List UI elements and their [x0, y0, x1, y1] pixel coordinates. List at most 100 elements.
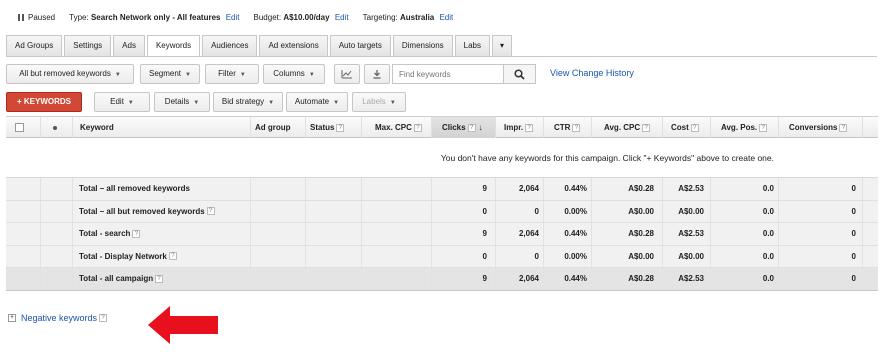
line-chart-icon	[341, 70, 352, 79]
cell-avg-cpc: A$0.28	[628, 184, 654, 193]
edit-budget-link[interactable]: Edit	[335, 13, 349, 22]
cell-conversions: 0	[851, 274, 856, 283]
tab-keywords[interactable]: Keywords	[146, 35, 201, 57]
details-button[interactable]: Details ▼	[154, 92, 210, 112]
help-icon[interactable]: ?	[206, 207, 215, 216]
cell-avg-pos: 0.0	[762, 251, 774, 261]
help-icon[interactable]: ?	[572, 123, 581, 132]
header-conversions[interactable]: Conversions?	[778, 117, 862, 138]
campaign-budget: Budget: A$10.00/day Edit	[253, 12, 349, 22]
row-label: Total - all campaign?	[79, 268, 164, 290]
add-keywords-button[interactable]: + KEYWORDS	[6, 92, 82, 112]
graph-button[interactable]	[334, 64, 360, 84]
cell-avg-pos: 0.0	[762, 229, 774, 238]
cell-avg-pos: 0.0	[762, 184, 774, 193]
segment-button[interactable]: Segment ▼	[140, 64, 200, 84]
header-clicks[interactable]: Clicks? ↓	[431, 117, 495, 138]
help-icon[interactable]: ?	[132, 229, 141, 238]
help-icon[interactable]: ?	[413, 123, 422, 132]
header-ctr[interactable]: CTR?	[543, 117, 591, 138]
tab-ad-groups[interactable]: Ad Groups	[6, 35, 63, 57]
bid-strategy-button[interactable]: Bid strategy ▼	[213, 92, 283, 112]
chevron-down-icon: ▼	[193, 100, 200, 106]
search-button[interactable]	[504, 64, 536, 84]
header-status[interactable]: Status?	[305, 117, 361, 138]
row-label: Total - search?	[79, 223, 141, 245]
header-overflow	[862, 117, 878, 138]
tab-auto-targets[interactable]: Auto targets	[329, 35, 391, 57]
chevron-down-icon: ▼	[127, 100, 134, 106]
help-icon[interactable]: ?	[168, 252, 177, 261]
chevron-down-icon: ▼	[333, 100, 340, 106]
find-keywords-input[interactable]	[392, 64, 504, 84]
negative-keywords-link[interactable]: Negative keywords	[21, 313, 97, 323]
table-row: Total - all campaign? 9 2,064 0.44% A$0.…	[6, 268, 878, 291]
tab-audiences[interactable]: Audiences	[202, 35, 258, 57]
cell-impr: 2,064	[518, 274, 539, 283]
help-icon[interactable]: ?	[642, 123, 651, 132]
header-keyword[interactable]: Keyword	[72, 117, 250, 138]
cell-avg-cpc: A$0.28	[628, 274, 654, 283]
header-impr[interactable]: Impr.?	[495, 117, 543, 138]
cell-clicks: 9	[482, 274, 487, 283]
header-avg-pos[interactable]: Avg. Pos.?	[710, 117, 778, 138]
chevron-down-icon: ▼	[239, 72, 246, 78]
help-icon[interactable]: ?	[839, 123, 848, 132]
help-icon[interactable]: ?	[467, 123, 476, 132]
more-tabs-button[interactable]: ▾	[492, 35, 512, 57]
header-ad-group[interactable]: Ad group	[250, 117, 305, 138]
cell-conversions: 0	[851, 184, 856, 193]
chevron-down-icon: ▼	[114, 72, 121, 78]
cell-cost: A$2.53	[678, 229, 704, 238]
cell-cost: A$0.00	[678, 251, 704, 261]
expand-plus-icon[interactable]: +	[8, 314, 16, 322]
cell-avg-pos: 0.0	[762, 274, 774, 283]
red-arrow-icon	[148, 306, 218, 344]
help-icon[interactable]: ?	[525, 123, 534, 132]
tab-labs[interactable]: Labs	[454, 35, 490, 57]
header-avg-cpc[interactable]: Avg. CPC?	[591, 117, 662, 138]
cell-avg-pos: 0.0	[762, 206, 774, 216]
cell-conversions: 0	[851, 229, 856, 238]
cell-impr: 2,064	[518, 184, 539, 193]
campaign-status-bar: Paused Type: Search Network only - All f…	[18, 11, 467, 23]
row-label: Total – all but removed keywords?	[79, 201, 215, 223]
cell-impr: 0	[534, 206, 539, 216]
labels-button[interactable]: Labels ▼	[352, 92, 406, 112]
edit-targeting-link[interactable]: Edit	[439, 13, 453, 22]
edit-button[interactable]: Edit ▼	[94, 92, 150, 112]
tab-settings[interactable]: Settings	[64, 35, 112, 57]
status-dot-column[interactable]	[40, 117, 72, 138]
header-cost[interactable]: Cost?	[662, 117, 710, 138]
negative-keywords-section[interactable]: + Negative keywords ?	[8, 313, 108, 323]
cell-ctr: 0.00%	[564, 251, 587, 261]
tabs-divider	[6, 56, 877, 57]
header-max-cpc[interactable]: Max. CPC?	[361, 117, 431, 138]
row-label: Total – all removed keywords	[79, 184, 191, 193]
tab-dimensions[interactable]: Dimensions	[392, 35, 453, 57]
sort-desc-icon: ↓	[478, 123, 483, 132]
columns-button[interactable]: Columns ▼	[263, 64, 325, 84]
tab-ads[interactable]: Ads	[113, 35, 145, 57]
help-icon[interactable]: ?	[336, 123, 345, 132]
cell-avg-cpc: A$0.28	[628, 229, 654, 238]
table-row: Total – all removed keywords 9 2,064 0.4…	[6, 178, 878, 201]
help-icon[interactable]: ?	[99, 314, 108, 322]
help-icon[interactable]: ?	[155, 274, 164, 283]
filter-button[interactable]: Filter ▼	[205, 64, 259, 84]
cell-clicks: 0	[482, 251, 487, 261]
chevron-down-icon: ▼	[185, 72, 191, 78]
select-all-checkbox[interactable]	[15, 123, 24, 132]
edit-type-link[interactable]: Edit	[226, 13, 240, 22]
help-icon[interactable]: ?	[690, 123, 699, 132]
keyword-filter-select[interactable]: All but removed keywords ▼	[6, 64, 134, 84]
cell-ctr: 0.44%	[564, 184, 587, 193]
view-change-history-link[interactable]: View Change History	[550, 68, 634, 78]
cell-ctr: 0.44%	[564, 229, 587, 238]
download-button[interactable]	[364, 64, 390, 84]
table-header: Keyword Ad group Status? Max. CPC? Click…	[6, 116, 878, 138]
cell-clicks: 9	[482, 229, 487, 238]
tab-ad-extensions[interactable]: Ad extensions	[259, 35, 328, 57]
help-icon[interactable]: ?	[759, 123, 768, 132]
automate-button[interactable]: Automate ▼	[286, 92, 348, 112]
